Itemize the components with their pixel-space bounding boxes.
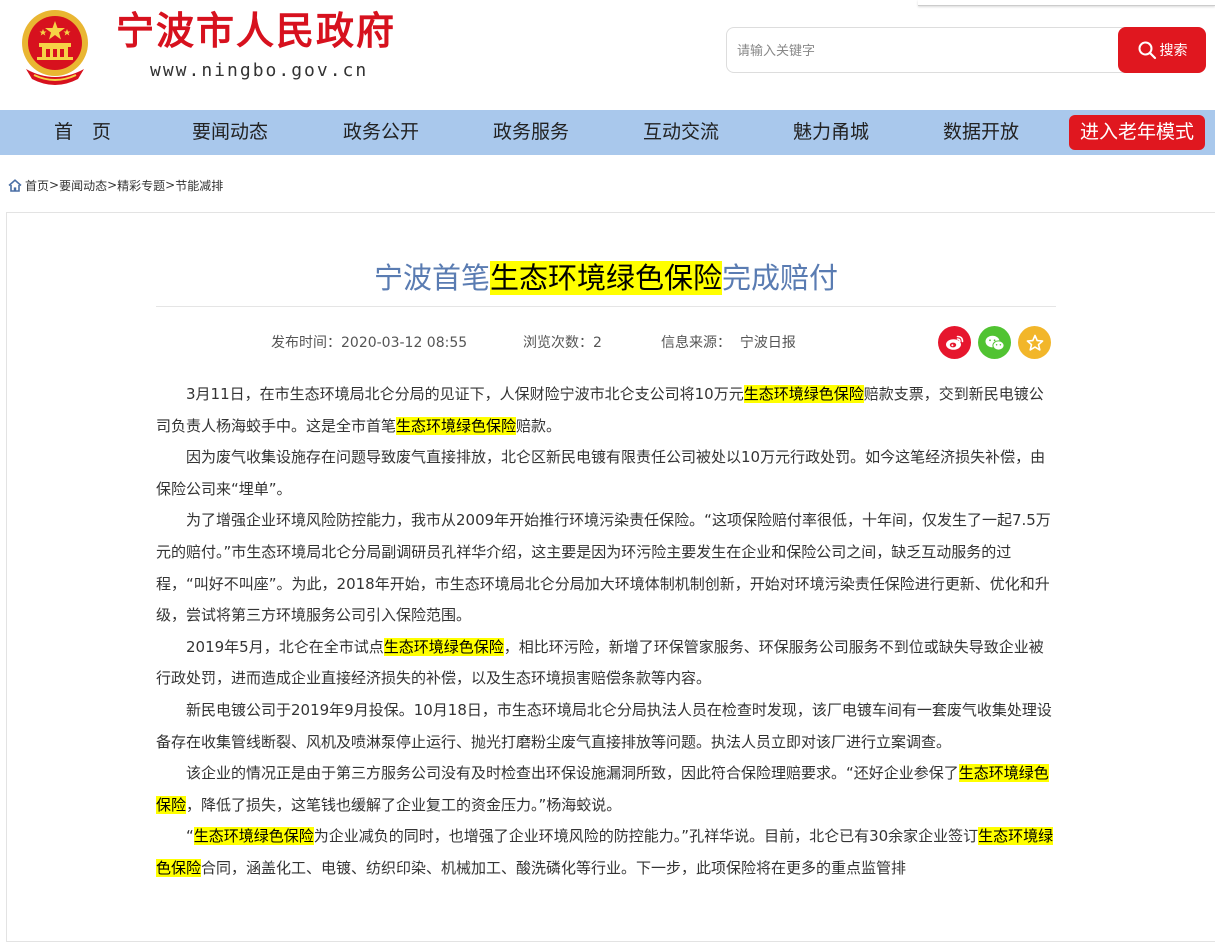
- search-button[interactable]: 搜索: [1118, 27, 1206, 73]
- nav-item-open-data[interactable]: 数据开放: [931, 110, 1031, 155]
- site-url[interactable]: www.ningbo.gov.cn: [150, 60, 368, 82]
- article-paragraph: “生态环境绿色保险为企业减负的同时，也增强了企业环境风险的防控能力。”孔祥华说。…: [156, 821, 1056, 884]
- favorite-button[interactable]: [1018, 326, 1051, 359]
- search-icon: [1138, 41, 1156, 60]
- title-suffix: 完成赔付: [722, 261, 839, 295]
- nav-item-interaction[interactable]: 互动交流: [631, 110, 731, 155]
- share-wechat-button[interactable]: [978, 326, 1011, 359]
- info-source: 信息来源： 宁波日报: [661, 335, 796, 351]
- weibo-icon: [945, 335, 963, 350]
- article-title: 宁波首笔生态环境绿色保险完成赔付: [156, 256, 1056, 300]
- article-body: 3月11日，在市生态环境局北仑分局的见证下，人保财险宁波市北仑支公司将10万元生…: [156, 379, 1056, 885]
- nav-item-home[interactable]: 首 页: [40, 110, 125, 155]
- top-divider: [918, 0, 1215, 6]
- paragraph-text: 新民电镀公司于2019年9月投保。10月18日，市生态环境局北仑分局执法人员在检…: [156, 700, 1052, 751]
- search-button-label: 搜索: [1159, 43, 1188, 59]
- paragraph-text: “: [186, 827, 194, 846]
- paragraph-text: 为了增强企业环境风险防控能力，我市从2009年开始推行环境污染责任保险。“这项保…: [156, 511, 1051, 625]
- paragraph-text: ，降低了损失，这笔钱也缓解了企业复工的资金压力。”杨海蛟说。: [186, 795, 622, 814]
- national-emblem-icon[interactable]: [16, 5, 94, 87]
- nav-item-gov-services[interactable]: 政务服务: [481, 110, 581, 155]
- paragraph-text: 2019年5月，北仑在全市试点: [186, 637, 384, 656]
- wechat-icon: [985, 335, 1005, 351]
- main-nav: 首 页 要闻动态 政务公开 政务服务 互动交流 魅力甬城 数据开放: [0, 110, 1215, 155]
- elder-mode-button[interactable]: 进入老年模式: [1069, 115, 1205, 150]
- breadcrumb-item-home[interactable]: 首页: [25, 177, 49, 194]
- keyword-highlight: 生态环境绿色保险: [396, 416, 517, 435]
- breadcrumb-item-news[interactable]: 要闻动态: [59, 177, 107, 194]
- nav-item-city[interactable]: 魅力甬城: [781, 110, 881, 155]
- site-header: 宁波市人民政府 www.ningbo.gov.cn 搜索: [0, 0, 1215, 110]
- view-count: 浏览次数：2: [523, 335, 602, 351]
- article-paragraph: 3月11日，在市生态环境局北仑分局的见证下，人保财险宁波市北仑支公司将10万元生…: [156, 379, 1056, 442]
- keyword-highlight: 生态环境绿色保险: [193, 827, 314, 846]
- nav-item-gov-affairs[interactable]: 政务公开: [331, 110, 431, 155]
- breadcrumb-item-topics[interactable]: 精彩专题: [117, 177, 165, 194]
- article-paragraph: 该企业的情况正是由于第三方服务公司没有及时检查出环保设施漏洞所致，因此符合保险理…: [156, 758, 1056, 821]
- search-input[interactable]: [727, 28, 1129, 74]
- breadcrumb-separator: >: [107, 178, 118, 192]
- breadcrumb-separator: >: [49, 178, 60, 192]
- breadcrumb-separator: >: [165, 178, 176, 192]
- keyword-highlight: 生态环境绿色保险: [383, 637, 504, 656]
- breadcrumb: 首页 > 要闻动态 > 精彩专题 > 节能减排: [8, 176, 223, 194]
- article-paragraph: 新民电镀公司于2019年9月投保。10月18日，市生态环境局北仑分局执法人员在检…: [156, 695, 1056, 758]
- title-divider: [156, 306, 1056, 307]
- article-paragraph: 为了增强企业环境风险防控能力，我市从2009年开始推行环境污染责任保险。“这项保…: [156, 505, 1056, 631]
- paragraph-text: 3月11日，在市生态环境局北仑分局的见证下，人保财险宁波市北仑支公司将10万元: [186, 385, 744, 403]
- home-icon: [8, 178, 22, 192]
- share-weibo-button[interactable]: [938, 326, 971, 359]
- site-title[interactable]: 宁波市人民政府: [116, 6, 396, 56]
- title-highlight: 生态环境绿色保险: [489, 261, 722, 295]
- breadcrumb-item-energy[interactable]: 节能减排: [175, 177, 223, 194]
- paragraph-text: 合同，涵盖化工、电镀、纺织印染、机械加工、酸洗磷化等行业。下一步，此项保险将在更…: [201, 858, 907, 877]
- keyword-highlight: 生态环境绿色保险: [743, 385, 864, 403]
- paragraph-text: 为企业减负的同时，也增强了企业环境风险的防控能力。”孔祥华说。目前，北仑已有30…: [313, 827, 979, 846]
- paragraph-text: 赔款。: [516, 416, 562, 435]
- star-icon: [1026, 334, 1043, 351]
- nav-item-news[interactable]: 要闻动态: [180, 110, 280, 155]
- search-box: 搜索: [726, 27, 1206, 74]
- paragraph-text: 因为废气收集设施存在问题导致废气直接排放，北仑区新民电镀有限责任公司被处以10万…: [156, 448, 1046, 498]
- paragraph-text: 该企业的情况正是由于第三方服务公司没有及时检查出环保设施漏洞所致，因此符合保险理…: [186, 764, 959, 783]
- title-prefix: 宁波首笔: [373, 261, 490, 295]
- article-paragraph: 2019年5月，北仑在全市试点生态环境绿色保险，相比环污险，新增了环保管家服务、…: [156, 632, 1056, 695]
- publish-time: 发布时间：2020-03-12 08:55: [271, 335, 468, 351]
- article-paragraph: 因为废气收集设施存在问题导致废气直接排放，北仑区新民电镀有限责任公司被处以10万…: [156, 442, 1056, 505]
